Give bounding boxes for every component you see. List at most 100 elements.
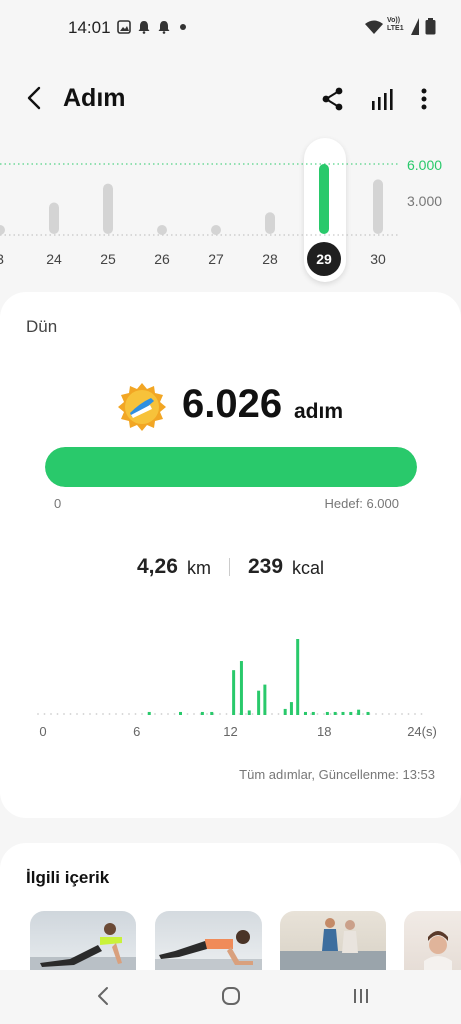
navigation-bar xyxy=(0,970,461,1024)
fitness-thumbnail-4[interactable] xyxy=(404,911,461,971)
baseline-dot xyxy=(108,713,111,715)
more-options-button[interactable] xyxy=(412,84,436,114)
day-bar-26 xyxy=(157,225,167,235)
last-updated-text: Tüm adımlar, Güncellenme: 13:53 xyxy=(239,767,435,782)
day-bar-30 xyxy=(373,179,383,234)
baseline-dot xyxy=(310,713,312,715)
week-steps-chart[interactable]: 3 24 25 26 27 28 29 30 xyxy=(0,130,461,290)
hour-tick-label: 24(s) xyxy=(407,724,437,739)
battery-icon xyxy=(425,18,436,35)
network-label: Vo)) LTE1 xyxy=(387,17,404,32)
baseline-dot xyxy=(329,713,332,715)
related-content-title: İlgili içerik xyxy=(26,868,110,887)
day-bar-28 xyxy=(265,212,275,234)
progress-goal-label: Hedef: 6.000 xyxy=(324,496,399,511)
baseline-dot xyxy=(225,713,228,715)
baseline-dot xyxy=(381,713,384,715)
status-time: 14:01 xyxy=(68,18,111,37)
baseline-dot xyxy=(134,713,137,715)
calories-unit: kcal xyxy=(292,558,325,578)
day-bar-29 xyxy=(319,164,329,234)
nav-back-button[interactable] xyxy=(90,982,118,1010)
baseline-dot xyxy=(37,713,39,715)
baseline-dot xyxy=(89,713,91,715)
running-couple-photo-icon xyxy=(280,918,386,971)
back-icon xyxy=(27,86,41,110)
fitness-thumbnail-1[interactable] xyxy=(30,911,136,971)
hour-bar xyxy=(311,711,315,715)
baseline-dot xyxy=(173,713,176,715)
share-button[interactable] xyxy=(318,84,348,114)
baseline-dot xyxy=(375,713,377,715)
baseline-dot xyxy=(186,713,189,715)
baseline-dot xyxy=(401,713,403,715)
hour-bar xyxy=(247,710,251,715)
back-button[interactable] xyxy=(20,82,52,114)
stat-divider xyxy=(229,558,230,576)
fitness-thumbnail-2[interactable] xyxy=(155,911,262,971)
baseline-dot xyxy=(316,713,319,715)
day-label-29: 29 xyxy=(316,251,332,267)
baseline-dot xyxy=(63,713,65,715)
baseline-dot xyxy=(167,713,169,715)
hour-bar xyxy=(304,711,307,715)
fitness-thumbnail-3[interactable] xyxy=(280,911,386,971)
day-label-28: 28 xyxy=(262,251,278,267)
day-label-3: 3 xyxy=(0,251,4,267)
hourly-steps-chart[interactable]: 0 6 12 18 24(s) xyxy=(30,630,440,745)
baseline-dot xyxy=(160,713,163,715)
hour-bar xyxy=(200,711,204,715)
calories-value: 239 xyxy=(248,555,284,578)
back-nav-icon xyxy=(98,987,108,1005)
image-icon xyxy=(117,20,131,34)
hour-bar xyxy=(296,639,300,715)
baseline-dot xyxy=(362,713,364,715)
hour-bar xyxy=(325,711,329,715)
baseline-dot xyxy=(271,713,273,715)
hour-bar xyxy=(349,711,353,715)
baseline-dot xyxy=(193,713,195,715)
baseline-dot xyxy=(115,713,117,715)
day-bar-25 xyxy=(103,183,113,234)
baseline-dot xyxy=(128,713,130,715)
baseline-dot xyxy=(219,713,221,715)
baseline-dot xyxy=(43,713,46,715)
baseline-dot xyxy=(76,713,78,715)
baseline-dot xyxy=(414,713,416,715)
woman-photo-icon xyxy=(424,931,452,971)
nav-recents-button[interactable] xyxy=(347,982,375,1010)
baseline-dot xyxy=(69,713,72,715)
hour-bar xyxy=(289,702,293,715)
hour-bar xyxy=(283,708,287,715)
hour-tick-label: 12 xyxy=(223,724,237,739)
distance-unit: km xyxy=(187,558,211,578)
day-label-24: 24 xyxy=(46,251,62,267)
steps-unit: adım xyxy=(294,400,344,423)
more-vertical-icon xyxy=(421,88,427,110)
hour-bar xyxy=(333,711,337,715)
steps-value: 6.026 xyxy=(182,382,283,426)
stats-icon xyxy=(372,89,393,110)
day-label-25: 25 xyxy=(100,251,116,267)
baseline-dot xyxy=(420,713,423,715)
hour-bar xyxy=(232,670,236,715)
distance-value: 4,26 xyxy=(137,555,178,578)
hour-bar xyxy=(341,711,345,715)
stats-button[interactable] xyxy=(367,84,397,114)
day-bar-3 xyxy=(0,225,5,235)
hour-bar xyxy=(147,711,151,715)
goal-axis-label: 6.000 xyxy=(407,157,443,173)
nav-home-button[interactable] xyxy=(217,982,245,1010)
share-icon xyxy=(322,87,343,111)
day-bar-24 xyxy=(49,202,59,234)
bell-icon xyxy=(138,21,150,34)
hour-tick-label: 0 xyxy=(39,724,46,739)
achievement-badge-icon xyxy=(118,383,166,431)
baseline-dot xyxy=(394,713,397,715)
hour-bar xyxy=(366,711,370,715)
baseline-dot xyxy=(56,713,59,715)
plank-photo-icon xyxy=(30,923,136,971)
signal-icon xyxy=(411,18,419,35)
day-label: Dün xyxy=(26,317,58,336)
baseline-dot xyxy=(154,713,156,715)
